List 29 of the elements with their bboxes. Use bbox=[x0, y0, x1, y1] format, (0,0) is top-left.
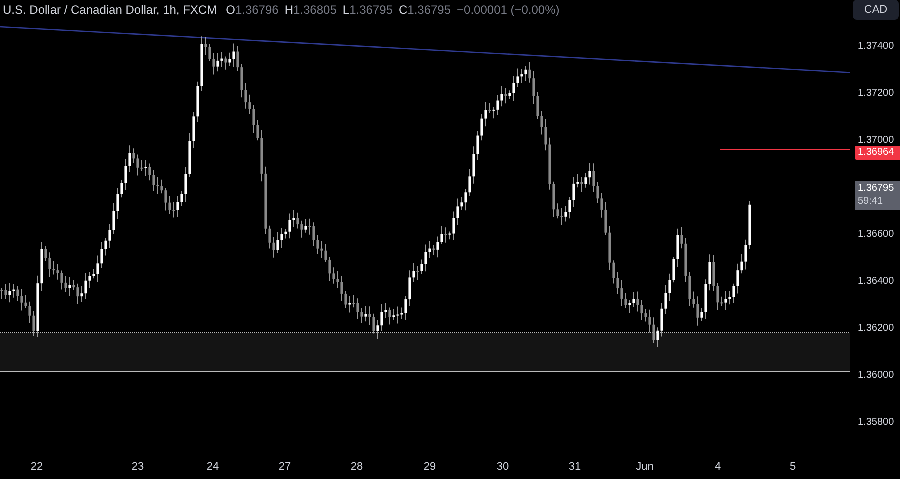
date-label: 5 bbox=[790, 460, 796, 474]
date-label: 27 bbox=[278, 460, 292, 474]
price-tick: 1.37200 bbox=[858, 88, 894, 100]
price-tick: 1.37400 bbox=[858, 41, 894, 53]
date-label: 4 bbox=[714, 460, 722, 474]
price-tick: 1.36600 bbox=[858, 229, 894, 241]
candle-countdown: 59:41 bbox=[858, 195, 884, 208]
ohlc-value: O1.36796 bbox=[226, 2, 279, 18]
date-label: 28 bbox=[350, 460, 364, 474]
price-tick: 1.35800 bbox=[858, 417, 894, 429]
date-label: 24 bbox=[206, 460, 220, 474]
price-change: −0.00001 (−0.00%) bbox=[457, 2, 560, 18]
date-label: 30 bbox=[496, 460, 510, 474]
ohlc-value: C1.36795 bbox=[398, 2, 452, 18]
alert-price-label: 1.36964 bbox=[855, 146, 900, 160]
price-tick: 1.36200 bbox=[858, 323, 894, 335]
last-price: 1.36795 bbox=[858, 182, 896, 195]
ohlc-value: H1.36805 bbox=[284, 2, 337, 18]
date-label: 29 bbox=[424, 460, 436, 474]
ohlc-value: L1.36795 bbox=[342, 2, 393, 18]
chart-title: U.S. Dollar / Canadian Dollar, 1h, FXCM bbox=[3, 2, 218, 18]
date-label: 23 bbox=[132, 460, 144, 474]
price-tick: 1.36000 bbox=[858, 370, 894, 382]
date-label: 31 bbox=[568, 460, 582, 474]
currency-button[interactable]: CAD bbox=[853, 0, 899, 20]
price-tick: 1.37000 bbox=[858, 135, 894, 147]
price-tick: 1.36400 bbox=[858, 276, 894, 288]
date-label: Jun bbox=[636, 460, 654, 474]
date-label: 22 bbox=[30, 460, 44, 474]
